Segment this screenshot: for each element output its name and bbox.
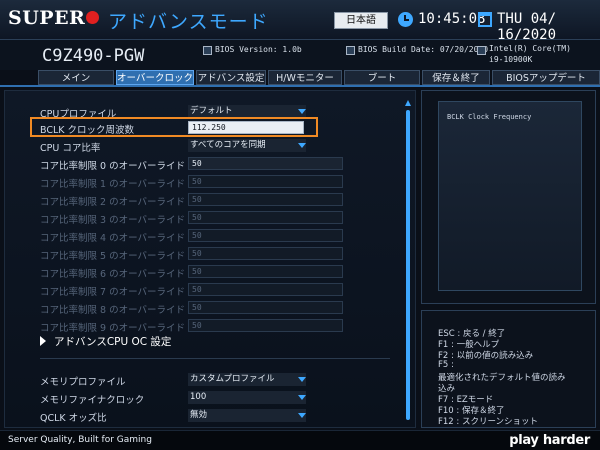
language-button[interactable]: 日本語	[334, 12, 388, 29]
cpu-core-ratio-label: CPU コア比率	[40, 143, 101, 154]
core-limit-input[interactable]: 50	[188, 211, 343, 224]
qclk-odd-select[interactable]: 無効	[188, 409, 306, 422]
hotkey-line: F12 : スクリーンショット	[438, 417, 539, 427]
core-limit-label: コア比率制限 3 のオーバーライド	[40, 215, 185, 226]
memory-profile-label: メモリプロファイル	[40, 377, 126, 388]
qclk-odd-label: QCLK オッズ比	[40, 413, 107, 424]
core-limit-input[interactable]: 50	[188, 193, 343, 206]
core-limit-row[interactable]: コア比率制限 3 のオーバーライド 50	[40, 210, 410, 226]
memory-fine-clock-label: メモリファイナクロック	[40, 395, 145, 406]
core-limit-row[interactable]: コア比率制限 8 のオーバーライド 50	[40, 300, 410, 316]
core-limit-row[interactable]: コア比率制限 2 のオーバーライド 50	[40, 192, 410, 208]
core-limit-input[interactable]: 50	[188, 283, 343, 296]
core-limit-label: コア比率制限 6 のオーバーライド	[40, 269, 185, 280]
core-limit-row[interactable]: コア比率制限 4 のオーバーライド 50	[40, 228, 410, 244]
supermicro-logo: SUPER	[8, 7, 100, 29]
core-limit-label: コア比率制限 8 のオーバーライド	[40, 305, 185, 316]
bios-build-date: BIOS Build Date: 07/20/2020	[358, 45, 489, 54]
core-limit-input[interactable]: 50	[188, 247, 343, 260]
core-limit-input[interactable]: 50	[188, 175, 343, 188]
cpu-core-ratio-select[interactable]: すべてのコアを同期	[188, 139, 306, 152]
bios-chip-icon	[203, 46, 212, 55]
cpu-name: Intel(R) Core(TM)	[489, 44, 571, 53]
help-panel: BCLK Clock Frequency	[421, 90, 596, 304]
tab-overclock[interactable]: オーバークロック	[116, 70, 194, 85]
core-limit-row[interactable]: コア比率制限 6 のオーバーライド 50	[40, 264, 410, 280]
core-limit-label: コア比率制限 9 のオーバーライド	[40, 323, 185, 334]
core-limit-label: コア比率制限 0 のオーバーライド	[40, 161, 185, 172]
advanced-cpu-oc-label: アドバンスCPU OC 設定	[54, 336, 172, 348]
tab-hw-monitor[interactable]: H/Wモニター	[268, 70, 342, 85]
tab-bios-update[interactable]: BIOSアップデート	[492, 70, 600, 85]
core-limit-row[interactable]: コア比率制限 7 のオーバーライド 50	[40, 282, 410, 298]
system-info-bar: C9Z490-PGW BIOS Version: 1.0b BIOS Build…	[0, 40, 600, 70]
clock-icon	[398, 12, 413, 27]
bclk-input[interactable]: 112.250	[188, 121, 304, 134]
cpu-icon	[477, 46, 486, 55]
core-limit-label: コア比率制限 7 のオーバーライド	[40, 287, 185, 298]
logo-dot-icon	[86, 11, 100, 24]
core-limit-label: コア比率制限 4 のオーバーライド	[40, 233, 185, 244]
chevron-down-icon[interactable]	[298, 377, 306, 382]
tab-save-exit[interactable]: 保存＆終了	[422, 70, 490, 85]
qclk-odd-row[interactable]: QCLK オッズ比 無効	[40, 408, 410, 424]
help-text: BCLK Clock Frequency	[447, 113, 532, 121]
core-limit-row[interactable]: コア比率制限 5 のオーバーライド 50	[40, 246, 410, 262]
system-time: 10:45:08	[418, 11, 486, 27]
top-bar: SUPER アドバンスモード 日本語 10:45:08 THU 04/ 16/2…	[0, 0, 600, 43]
tab-main[interactable]: メイン	[38, 70, 114, 85]
tab-advanced[interactable]: アドバンス設定	[196, 70, 266, 85]
advanced-cpu-oc-link[interactable]: アドバンスCPU OC 設定	[40, 334, 171, 349]
memory-fine-clock-row[interactable]: メモリファイナクロック 100	[40, 390, 410, 406]
hotkey-line: F5 :	[438, 360, 454, 370]
core-limit-row[interactable]: コア比率制限 1 のオーバーライド 50	[40, 174, 410, 190]
cpu-core-ratio-row[interactable]: CPU コア比率 すべてのコアを同期	[40, 138, 410, 154]
core-limit-label: コア比率制限 5 のオーバーライド	[40, 251, 185, 262]
page-title: アドバンスモード	[108, 11, 269, 33]
bclk-row[interactable]: BCLK クロック周波数 112.250	[40, 120, 410, 136]
chevron-down-icon[interactable]	[298, 109, 306, 114]
chevron-down-icon[interactable]	[298, 143, 306, 148]
system-date: THU 04/ 16/2020	[497, 11, 557, 43]
core-limit-label: コア比率制限 2 のオーバーライド	[40, 197, 185, 208]
bclk-label: BCLK クロック周波数	[40, 125, 135, 136]
help-content: BCLK Clock Frequency	[438, 101, 582, 291]
calendar-icon	[478, 12, 492, 27]
expand-arrow-icon	[40, 336, 46, 346]
cpu-model: i9-10900K	[489, 55, 533, 64]
hotkey-panel: ESC : 戻る / 終了 F1 : 一般ヘルプ F2 : 以前の値の読み込み …	[421, 310, 596, 428]
memory-fine-clock-select[interactable]: 100	[188, 391, 306, 404]
core-limit-input[interactable]: 50	[188, 157, 343, 170]
tab-underline	[0, 85, 600, 87]
build-date-icon	[346, 46, 355, 55]
footer-brand: play harder	[509, 433, 590, 448]
section-divider	[40, 358, 390, 359]
chevron-down-icon[interactable]	[298, 395, 306, 400]
chevron-down-icon[interactable]	[298, 413, 306, 418]
core-limit-row[interactable]: コア比率制限 9 のオーバーライド 50	[40, 318, 410, 334]
core-limit-input[interactable]: 50	[188, 265, 343, 278]
memory-profile-row[interactable]: メモリプロファイル カスタムプロファイル	[40, 372, 410, 388]
logo-text: SUPER	[8, 7, 86, 29]
core-limit-input[interactable]: 50	[188, 301, 343, 314]
board-model: C9Z490-PGW	[42, 46, 145, 66]
scrollbar[interactable]	[405, 100, 411, 428]
memory-profile-select[interactable]: カスタムプロファイル	[188, 373, 306, 386]
core-limit-row[interactable]: コア比率制限 0 のオーバーライド 50	[40, 156, 410, 172]
core-limit-input[interactable]: 50	[188, 319, 343, 332]
tab-boot[interactable]: ブート	[344, 70, 420, 85]
footer-tagline: Server Quality, Built for Gaming	[8, 435, 152, 445]
hotkey-line: 最適化されたデフォルト値の読み	[438, 373, 566, 383]
bios-version: BIOS Version: 1.0b	[215, 45, 302, 54]
scrollbar-thumb[interactable]	[406, 110, 410, 420]
core-limit-input[interactable]: 50	[188, 229, 343, 242]
footer: Server Quality, Built for Gaming play ha…	[0, 430, 600, 450]
core-limit-label: コア比率制限 1 のオーバーライド	[40, 179, 185, 190]
scroll-up-icon[interactable]	[405, 100, 411, 106]
